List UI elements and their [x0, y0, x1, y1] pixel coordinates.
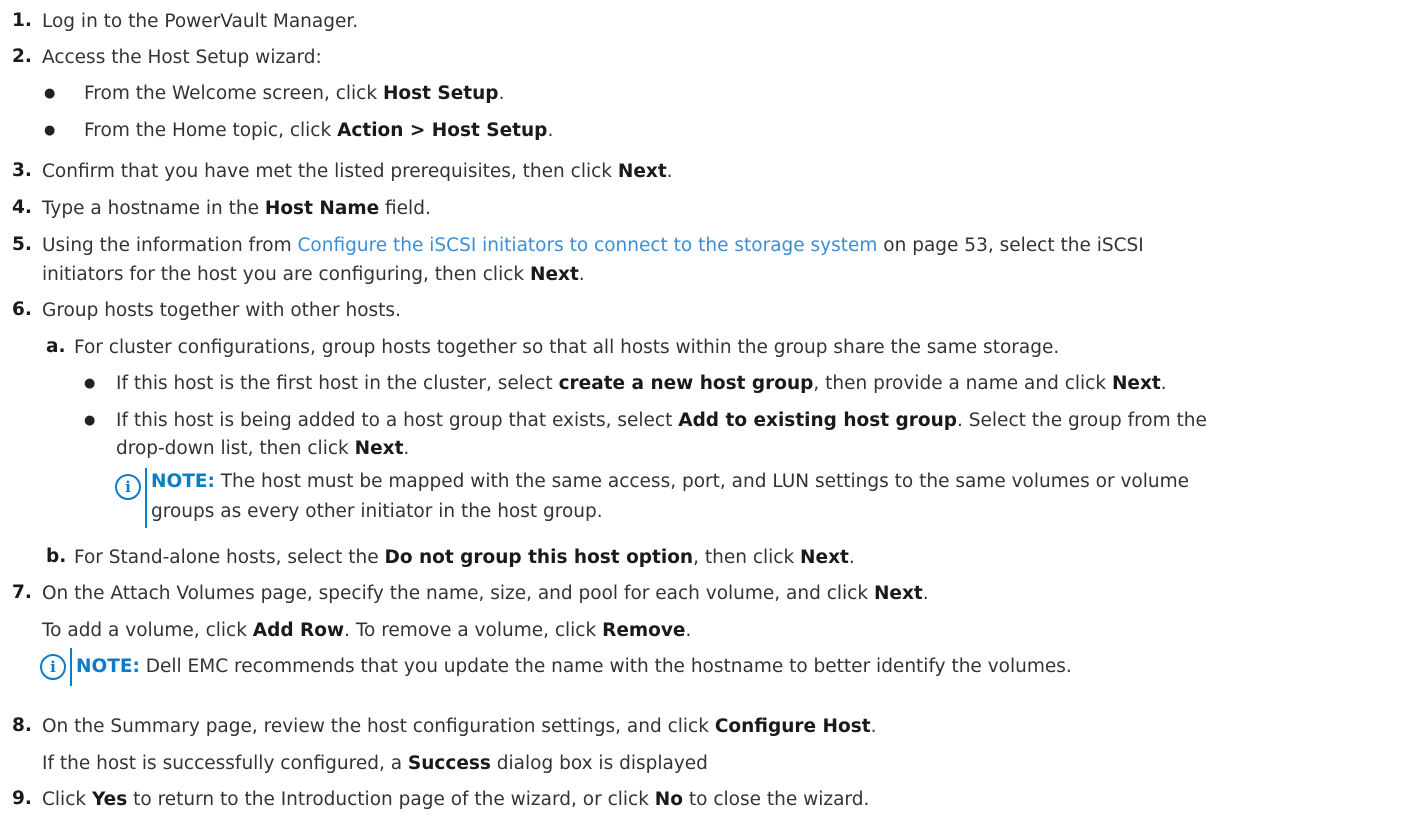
step-7-text: On the Attach Volumes page, specify the … — [42, 583, 929, 604]
step-2-number: 2. — [12, 46, 32, 67]
step-3-number: 3. — [12, 160, 32, 181]
step-8-subtext: If the host is successfully configured, … — [42, 753, 708, 774]
note-divider — [145, 468, 147, 528]
note-2-text: NOTE: Dell EMC recommends that you updat… — [76, 656, 1072, 677]
step-1-number: 1. — [12, 10, 32, 31]
step-7-number: 7. — [12, 582, 32, 603]
step-8-number: 8. — [12, 715, 32, 736]
bullet-icon: ● — [44, 123, 56, 138]
step-5-number: 5. — [12, 234, 32, 255]
note-divider — [70, 648, 72, 686]
step-2-text: Access the Host Setup wizard: — [42, 47, 322, 68]
step-8-text: On the Summary page, review the host con… — [42, 716, 877, 737]
step-2-bullet-1: From the Welcome screen, click Host Setu… — [84, 83, 505, 104]
bullet-icon: ● — [44, 86, 56, 101]
configure-iscsi-link[interactable]: Configure the iSCSI initiators to connec… — [298, 235, 878, 256]
step-6-number: 6. — [12, 299, 32, 320]
step-6a-text: For cluster configurations, group hosts … — [74, 337, 1060, 358]
step-9-number: 9. — [12, 788, 32, 809]
bullet-icon: ● — [84, 413, 96, 428]
step-9-text: Click Yes to return to the Introduction … — [42, 789, 870, 810]
step-6a-bullet-2-line-2: drop-down list, then click Next. — [116, 438, 410, 459]
step-7-subtext: To add a volume, click Add Row. To remov… — [42, 620, 692, 641]
step-5-text-line-2: initiators for the host you are configur… — [42, 264, 585, 285]
step-6b-text: For Stand-alone hosts, select the Do not… — [74, 547, 855, 568]
step-5-text-line-1: Using the information from Configure the… — [42, 235, 1144, 256]
step-4-number: 4. — [12, 197, 32, 218]
step-3-text: Confirm that you have met the listed pre… — [42, 161, 673, 182]
info-icon: i — [40, 654, 66, 680]
note-1-line-1: NOTE: The host must be mapped with the s… — [151, 471, 1189, 492]
step-6a-bullet-1: If this host is the first host in the cl… — [116, 373, 1167, 394]
step-6a-letter: a. — [46, 336, 66, 357]
step-4-text: Type a hostname in the Host Name field. — [42, 198, 431, 219]
bullet-icon: ● — [84, 376, 96, 391]
step-2-bullet-2: From the Home topic, click Action > Host… — [84, 120, 554, 141]
step-6a-bullet-2-line-1: If this host is being added to a host gr… — [116, 410, 1207, 431]
step-6b-letter: b. — [46, 546, 67, 567]
step-6-text: Group hosts together with other hosts. — [42, 300, 401, 321]
note-1-line-2: groups as every other initiator in the h… — [151, 501, 603, 522]
step-1-text: Log in to the PowerVault Manager. — [42, 11, 359, 32]
info-icon: i — [115, 474, 141, 500]
